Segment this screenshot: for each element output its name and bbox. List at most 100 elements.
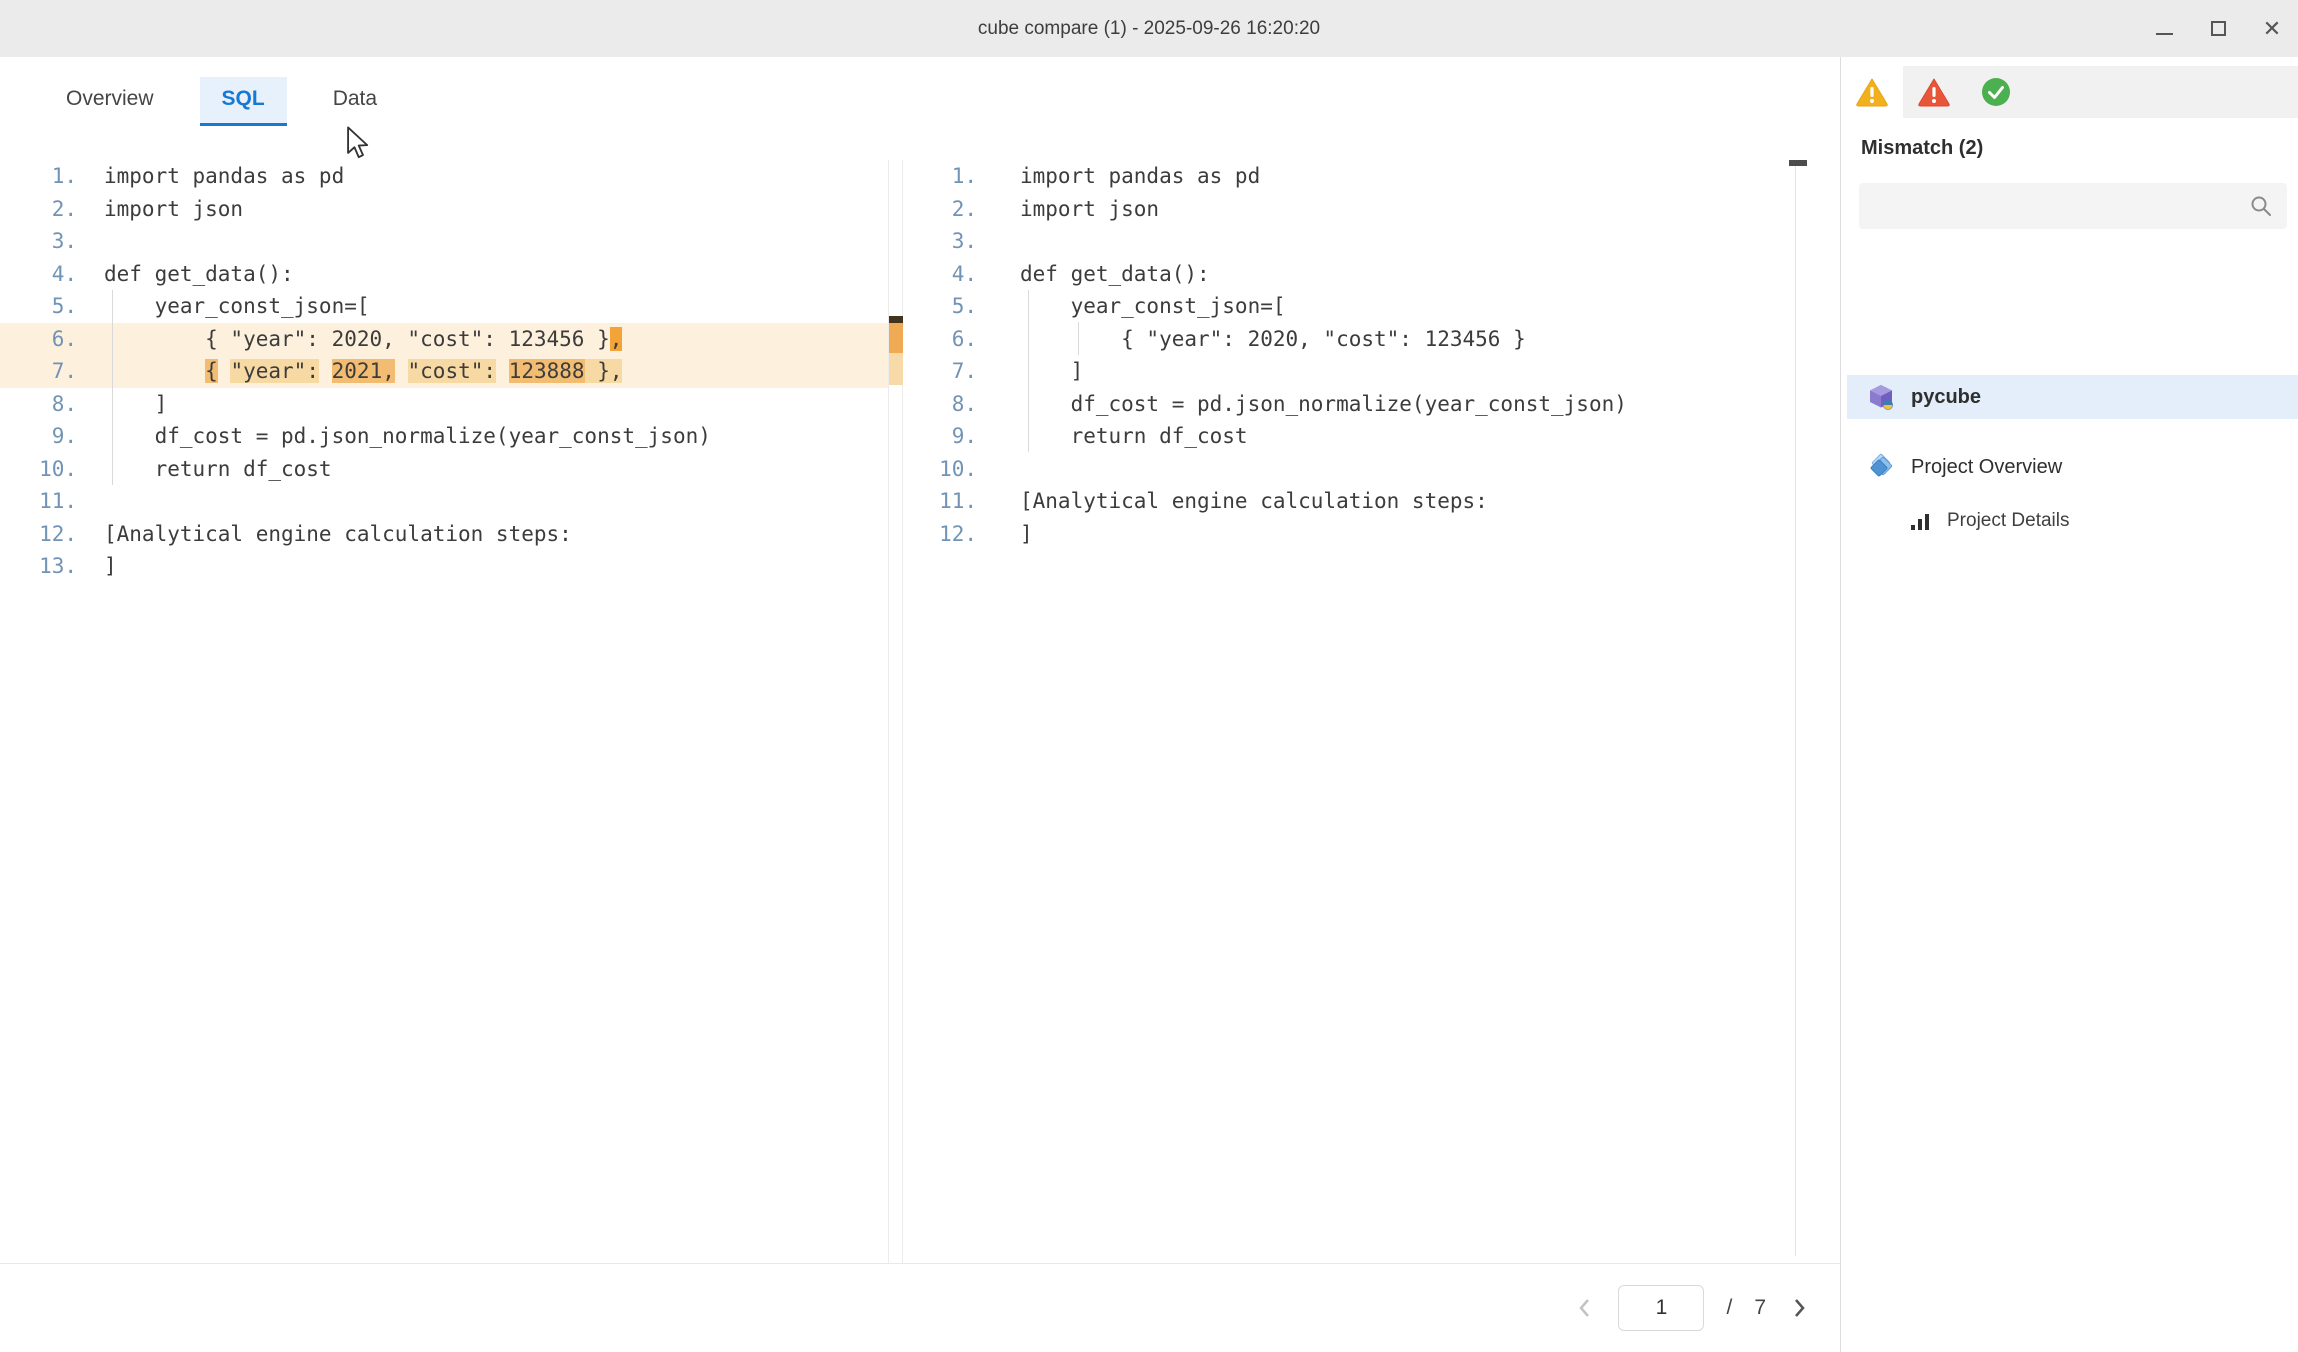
- line-number: 11.: [927, 485, 977, 518]
- tree-item-project-overview[interactable]: Project Overview: [1847, 445, 2298, 489]
- line-number: 5.: [27, 290, 77, 323]
- line-number: 10.: [27, 453, 77, 486]
- tree-item-project-details[interactable]: Project Details: [1847, 499, 2298, 543]
- code-text: import json: [1020, 193, 1159, 226]
- code-text: { "year": 2021, "cost": 123888 },: [104, 355, 622, 388]
- code-line[interactable]: 2. import json: [0, 193, 902, 226]
- maximize-button[interactable]: [2206, 17, 2230, 41]
- diff-overview-ruler[interactable]: [888, 160, 902, 1263]
- tree-item-pycube[interactable]: pycube: [1847, 375, 2298, 419]
- line-number: 2.: [27, 193, 77, 226]
- window-controls: ✕: [2152, 0, 2284, 57]
- filter-warning-button[interactable]: [1841, 66, 1903, 118]
- tree-item-label: Project Details: [1947, 510, 2070, 532]
- layers-icon: [1867, 453, 1895, 481]
- indent-guide: [1028, 290, 1029, 452]
- sidebar: Mismatch (2) pycube: [1840, 57, 2298, 1352]
- code-text: ]: [1020, 355, 1083, 388]
- tree-item-label: pycube: [1911, 386, 1981, 409]
- line-number: 6.: [27, 323, 77, 356]
- code-line[interactable]: 5. year_const_json=[: [0, 290, 902, 323]
- app-window: cube compare (1) - 2025-09-26 16:20:20 ✕…: [0, 0, 2298, 1352]
- code-text: import pandas as pd: [104, 160, 344, 193]
- mismatch-section-title: Mismatch (2): [1861, 137, 1983, 160]
- filter-error-button[interactable]: [1903, 66, 1965, 118]
- code-line[interactable]: 9. return df_cost: [920, 420, 1810, 453]
- code-text: def get_data():: [1020, 258, 1210, 291]
- scrollbar-thumb[interactable]: [1789, 160, 1807, 166]
- diff-highlight-token: 123888: [509, 359, 585, 383]
- code-line[interactable]: 9. df_cost = pd.json_normalize(year_cons…: [0, 420, 902, 453]
- code-line[interactable]: 6. { "year": 2020, "cost": 123456 },: [0, 323, 902, 356]
- scrollbar[interactable]: [1794, 160, 1810, 1263]
- code-line[interactable]: 7. ]: [920, 355, 1810, 388]
- code-line[interactable]: 11.: [0, 485, 902, 518]
- line-number: 8.: [27, 388, 77, 421]
- minimize-button[interactable]: [2152, 17, 2176, 41]
- page-separator: /: [1726, 1296, 1732, 1320]
- code-line[interactable]: 12. [Analytical engine calculation steps:: [0, 518, 902, 551]
- prev-page-button[interactable]: [1574, 1297, 1596, 1319]
- close-icon: ✕: [2263, 18, 2281, 40]
- line-number: 7.: [927, 355, 977, 388]
- line-number: 9.: [27, 420, 77, 453]
- next-page-button[interactable]: [1788, 1297, 1810, 1319]
- code-line[interactable]: 10.: [920, 453, 1810, 486]
- code-text: [Analytical engine calculation steps:: [104, 518, 572, 551]
- code-line[interactable]: 8. df_cost = pd.json_normalize(year_cons…: [920, 388, 1810, 421]
- code-text: def get_data():: [104, 258, 294, 291]
- search-input[interactable]: [1859, 183, 2249, 229]
- code-text: { "year": 2020, "cost": 123456 }: [1020, 323, 1526, 356]
- line-number: 9.: [927, 420, 977, 453]
- diff-highlight-token: "year":: [230, 359, 319, 383]
- chevron-left-icon: [1577, 1296, 1593, 1320]
- diff-highlight-token: ,: [610, 327, 623, 351]
- error-icon: [1917, 77, 1951, 107]
- indent-guide-level2: [1078, 322, 1079, 355]
- line-number: 7.: [27, 355, 77, 388]
- code-line[interactable]: 1. import pandas as pd: [920, 160, 1810, 193]
- line-number: 4.: [927, 258, 977, 291]
- code-line[interactable]: 3.: [920, 225, 1810, 258]
- line-number: 12.: [27, 518, 77, 551]
- tab-sql[interactable]: SQL: [200, 77, 287, 126]
- mismatch-tree: pycube Project Overview: [1841, 241, 2298, 641]
- code-line[interactable]: 12.]: [920, 518, 1810, 551]
- line-number: 1.: [27, 160, 77, 193]
- code-text: import pandas as pd: [1020, 160, 1260, 193]
- filter-success-button[interactable]: [1965, 66, 2027, 118]
- tab-overview[interactable]: Overview: [44, 77, 176, 126]
- ruler-cursor-marker: [889, 316, 903, 323]
- code-line[interactable]: 3.: [0, 225, 902, 258]
- tab-data[interactable]: Data: [311, 77, 399, 126]
- code-line[interactable]: 1. import pandas as pd: [0, 160, 902, 193]
- left-code-panel: 1. import pandas as pd 2. import json3.4. de…: [0, 160, 903, 1263]
- indent-guide: [112, 290, 113, 485]
- scrollbar-track: [1795, 166, 1796, 1256]
- code-line[interactable]: 10. return df_cost: [0, 453, 902, 486]
- diff-highlight-token: "cost":: [408, 359, 497, 383]
- line-number: 4.: [27, 258, 77, 291]
- line-number: 3.: [927, 225, 977, 258]
- close-button[interactable]: ✕: [2260, 17, 2284, 41]
- success-icon: [1981, 77, 2011, 107]
- code-text: year_const_json=[: [104, 290, 370, 323]
- code-line[interactable]: 2.import json: [920, 193, 1810, 226]
- code-line[interactable]: 5. year_const_json=[: [920, 290, 1810, 323]
- page-number-input[interactable]: [1618, 1285, 1704, 1331]
- code-line[interactable]: 13.]: [0, 550, 902, 583]
- search-icon: [2249, 194, 2273, 218]
- code-text: import json: [104, 193, 243, 226]
- line-number: 5.: [927, 290, 977, 323]
- code-text: return df_cost: [1020, 420, 1248, 453]
- code-line[interactable]: 7. { "year": 2021, "cost": 123888 },: [0, 355, 902, 388]
- code-line[interactable]: 11.[Analytical engine calculation steps:: [920, 485, 1810, 518]
- code-line[interactable]: 6. { "year": 2020, "cost": 123456 }: [920, 323, 1810, 356]
- footer-bar: / 7: [0, 1263, 1840, 1352]
- code-line[interactable]: 8. ]: [0, 388, 902, 421]
- code-line[interactable]: 4. def get_data():: [920, 258, 1810, 291]
- right-code-panel: 1. import pandas as pd2.import json3.4. de…: [920, 160, 1810, 1263]
- minimize-icon: [2156, 33, 2173, 35]
- code-line[interactable]: 4. def get_data():: [0, 258, 902, 291]
- line-number: 1.: [927, 160, 977, 193]
